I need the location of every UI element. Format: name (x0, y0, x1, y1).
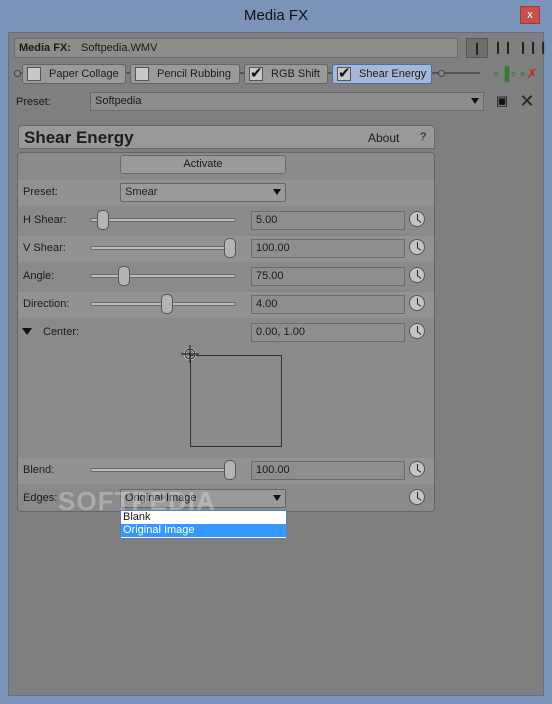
angle-input[interactable]: 75.00 (251, 267, 405, 286)
plugin-checkbox[interactable] (27, 67, 41, 81)
center-input[interactable]: 0.00, 1.00 (251, 323, 405, 342)
plugin-checkbox[interactable] (249, 64, 263, 82)
plugin-preset-dropdown[interactable]: Smear (120, 183, 286, 202)
media-file-name: Softpedia.WMV (81, 42, 158, 54)
chevron-down-icon (273, 189, 281, 195)
plugin-shear-energy[interactable]: Shear Energy (332, 64, 432, 84)
help-button[interactable]: ? (420, 131, 426, 143)
plugin-checkbox[interactable] (135, 67, 149, 81)
chain-start-node (14, 70, 21, 77)
plugin-paper-collage[interactable]: Paper Collage (22, 64, 126, 84)
window-title: Media FX (243, 7, 309, 24)
angle-keyframe-icon[interactable] (409, 267, 425, 283)
close-button[interactable]: x (520, 6, 540, 24)
plugin-chain-icon[interactable]: ∘▐∘ (492, 66, 518, 82)
preset-value: Softpedia (95, 95, 142, 107)
plugin-rgb-shift[interactable]: RGB Shift (244, 64, 328, 84)
activate-button[interactable]: Activate (120, 155, 286, 174)
edges-label: Edges: (23, 492, 58, 504)
v-shear-input[interactable]: 100.00 (251, 239, 405, 258)
direction-input[interactable]: 4.00 (251, 295, 405, 314)
view-triple-icon[interactable]: ❙❙❙ (518, 38, 548, 58)
h-shear-input[interactable]: 5.00 (251, 211, 405, 230)
edges-option-original-image[interactable]: Original Image (121, 524, 286, 537)
plugin-label: Shear Energy (359, 68, 427, 80)
direction-label: Direction: (23, 298, 70, 310)
plugin-preset-label: Preset: (23, 186, 58, 198)
collapse-triangle-icon[interactable] (22, 328, 32, 335)
save-preset-icon[interactable]: ▣ (494, 93, 510, 109)
plugin-title: Shear Energy (24, 128, 134, 147)
h-shear-slider-thumb[interactable] (96, 210, 109, 230)
media-fx-label: Media FX: (19, 42, 71, 54)
plugin-preset-value: Smear (125, 186, 158, 198)
h-shear-keyframe-icon[interactable] (409, 211, 425, 227)
plugin-label: Pencil Rubbing (157, 68, 231, 80)
angle-slider-thumb[interactable] (118, 266, 131, 286)
angle-slider[interactable] (90, 274, 236, 278)
plugin-pencil-rubbing[interactable]: Pencil Rubbing (130, 64, 240, 84)
v-shear-slider[interactable] (90, 246, 236, 250)
plugin-checkbox[interactable] (337, 64, 351, 82)
chevron-down-icon (273, 495, 281, 501)
v-shear-label: V Shear: (23, 242, 66, 254)
crosshair-icon[interactable] (181, 345, 199, 363)
view-double-icon[interactable]: ❙❙ (492, 38, 514, 58)
v-shear-slider-thumb[interactable] (224, 238, 236, 258)
center-keyframe-icon[interactable] (409, 323, 425, 339)
blend-label: Blend: (23, 464, 55, 476)
preset-label: Preset: (16, 96, 51, 108)
angle-label: Angle: (23, 270, 55, 282)
center-point-canvas[interactable] (190, 355, 282, 447)
blend-slider-thumb[interactable] (224, 460, 236, 480)
blend-keyframe-icon[interactable] (409, 461, 425, 477)
plugin-label: RGB Shift (271, 68, 320, 80)
delete-preset-icon[interactable]: ✕ (519, 92, 535, 110)
center-label: Center: (43, 326, 80, 338)
h-shear-label: H Shear: (23, 214, 67, 226)
view-single-icon[interactable]: ❙ (466, 38, 488, 58)
watermark: SOFTPEDIA (58, 486, 216, 516)
v-shear-keyframe-icon[interactable] (409, 239, 425, 255)
direction-slider-thumb[interactable] (161, 294, 174, 314)
chevron-down-icon (471, 98, 479, 104)
blend-input[interactable]: 100.00 (251, 461, 405, 480)
media-fx-bar: Media FX: Softpedia.WMV (14, 38, 458, 58)
chain-end-node (438, 70, 445, 77)
h-shear-slider[interactable] (90, 218, 236, 222)
preset-dropdown[interactable]: Softpedia (90, 92, 484, 111)
direction-keyframe-icon[interactable] (409, 295, 425, 311)
plugin-label: Paper Collage (49, 68, 119, 80)
about-button[interactable]: About (368, 131, 399, 145)
remove-plugin-icon[interactable]: ∘✗ (518, 66, 538, 82)
blend-slider[interactable] (90, 468, 236, 472)
edges-keyframe-icon[interactable] (409, 489, 425, 505)
